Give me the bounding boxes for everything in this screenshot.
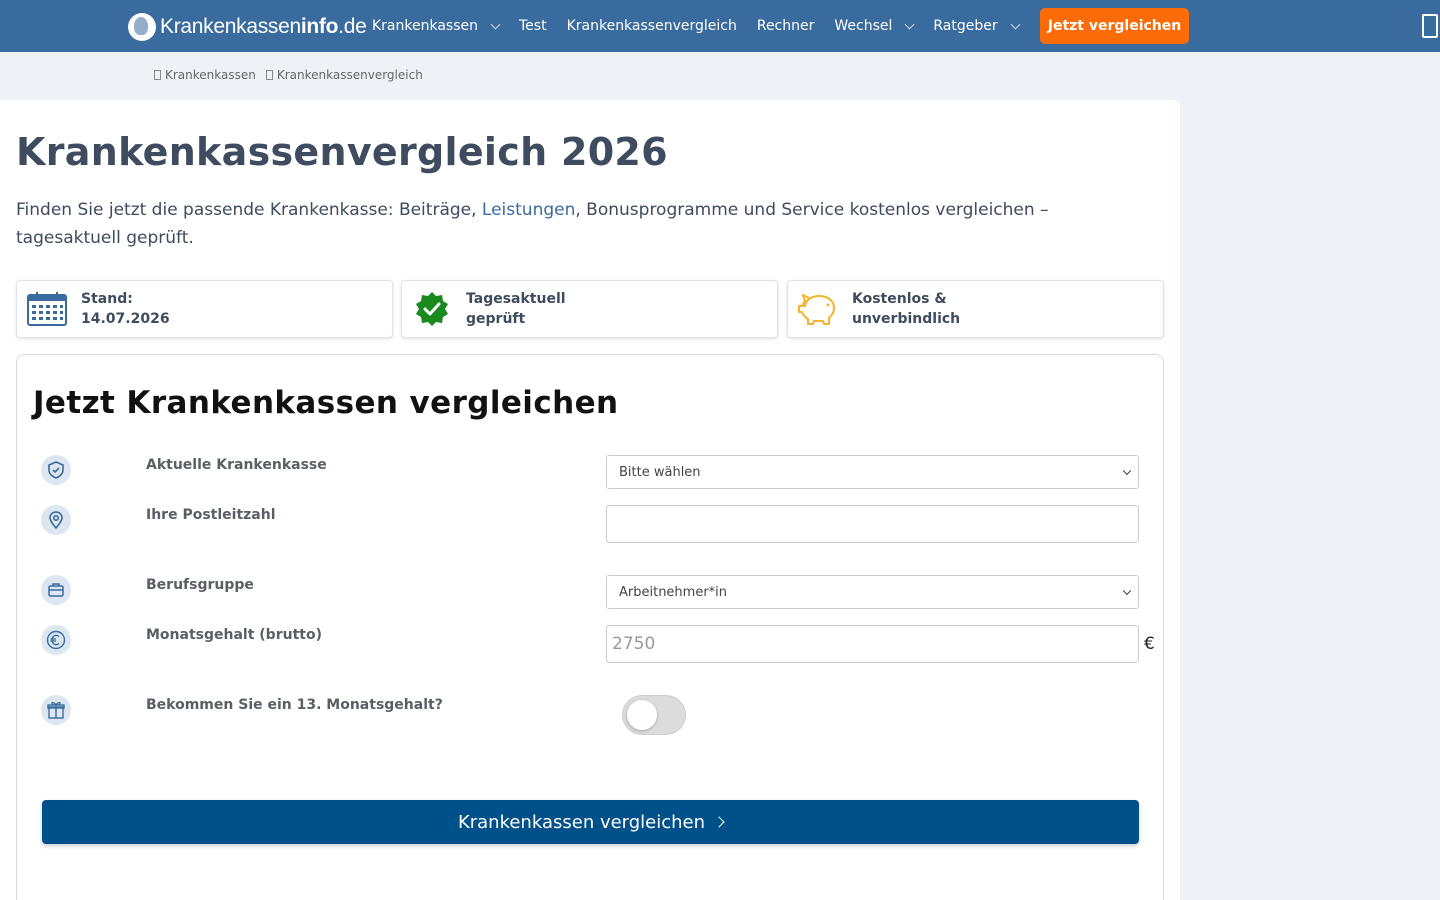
- postcode-input[interactable]: [606, 505, 1139, 543]
- verified-check-icon: [410, 289, 454, 329]
- info-box-text: Stand: 14.07.2026: [81, 289, 170, 329]
- nav-item-label: Wechsel: [834, 18, 893, 34]
- current-insurer-label: Aktuelle Krankenkasse: [146, 457, 327, 473]
- shield-icon: [41, 455, 71, 485]
- piggy-bank-icon: [796, 289, 840, 329]
- site-logo[interactable]: Krankenkassen info .de: [128, 12, 367, 42]
- compare-now-button[interactable]: Jetzt vergleichen: [1040, 8, 1189, 44]
- logo-text-bold: info: [300, 15, 339, 38]
- chevron-right-icon: [713, 816, 725, 828]
- calendar-icon: [25, 289, 69, 329]
- breadcrumb-item-krankenkassenvergleich[interactable]: Krankenkassenvergleich: [265, 68, 423, 82]
- info-box-free: Kostenlos & unverbindlich: [787, 280, 1164, 338]
- info-box-text: Tagesaktuell geprüft: [466, 289, 566, 329]
- logo-text-regular: Krankenkassen: [160, 15, 301, 38]
- breadcrumb: Krankenkassen Krankenkassenvergleich: [154, 68, 433, 82]
- occupation-value: Arbeitnehmer*in: [619, 584, 728, 600]
- postcode-label: Ihre Postleitzahl: [146, 507, 276, 523]
- breadcrumb-icon: [265, 70, 273, 80]
- info-box-date: Stand: 14.07.2026: [16, 280, 393, 338]
- info-box-line1: Tagesaktuell: [466, 291, 566, 307]
- chevron-down-icon: [1010, 19, 1021, 29]
- nav-item-label: Ratgeber: [933, 18, 998, 34]
- thirteenth-salary-label: Bekommen Sie ein 13. Monatsgehalt?: [146, 697, 443, 713]
- salary-label: Monatsgehalt (brutto): [146, 627, 322, 643]
- thirteenth-salary-toggle[interactable]: [622, 695, 686, 735]
- nav-item-krankenkassen[interactable]: Krankenkassen: [372, 18, 501, 34]
- briefcase-icon: [41, 575, 71, 605]
- nav-item-label: Krankenkassen: [372, 18, 478, 34]
- breadcrumb-item-krankenkassen[interactable]: Krankenkassen: [154, 68, 256, 82]
- nav-item-label: Krankenkassenvergleich: [566, 18, 737, 34]
- info-box-line1: Kostenlos &: [852, 291, 947, 307]
- chevron-down-icon: [1122, 466, 1132, 476]
- nav-item-rechner[interactable]: Rechner: [757, 18, 815, 34]
- info-box-verified: Tagesaktuell geprüft: [401, 280, 778, 338]
- location-pin-icon: [41, 505, 71, 535]
- occupation-label: Berufsgruppe: [146, 577, 254, 593]
- occupation-select[interactable]: Arbeitnehmer*in: [606, 575, 1139, 609]
- page-title: Krankenkassenvergleich 2026: [16, 130, 668, 174]
- current-insurer-value: Bitte wählen: [619, 464, 701, 480]
- chevron-down-icon: [904, 19, 915, 29]
- info-box-line2: geprüft: [466, 311, 526, 327]
- form-title: Jetzt Krankenkassen vergleichen: [33, 385, 619, 421]
- intro-text-start: Finden Sie jetzt die passende Krankenkas…: [16, 200, 482, 220]
- intro-text: Finden Sie jetzt die passende Krankenkas…: [16, 196, 1136, 252]
- salary-input[interactable]: 2750: [606, 625, 1139, 663]
- breadcrumb-label: Krankenkassenvergleich: [276, 68, 423, 82]
- nav-item-label: Test: [519, 18, 547, 34]
- toggle-knob: [627, 700, 657, 730]
- logo-icon: [128, 13, 156, 41]
- top-navigation-bar: Krankenkassen info .de Krankenkassen Test …: [0, 0, 1440, 52]
- main-content: Krankenkassenvergleich 2026 Finden Sie j…: [0, 100, 1180, 900]
- gift-icon: [41, 695, 71, 725]
- submit-label: Krankenkassen vergleichen: [457, 811, 706, 833]
- nav-item-ratgeber[interactable]: Ratgeber: [933, 18, 1021, 34]
- info-box-line1: Stand:: [81, 291, 133, 307]
- breadcrumb-label: Krankenkassen: [165, 68, 256, 82]
- menu-icon[interactable]: [1422, 14, 1438, 38]
- current-insurer-select[interactable]: Bitte wählen: [606, 455, 1139, 489]
- main-nav: Krankenkassen Test Krankenkassenvergleic…: [372, 0, 1039, 52]
- info-box-line2: unverbindlich: [852, 311, 961, 327]
- nav-item-label: Rechner: [756, 18, 815, 34]
- breadcrumb-icon: [154, 70, 161, 80]
- info-box-text: Kostenlos & unverbindlich: [852, 289, 960, 329]
- logo-text-tld: .de: [338, 15, 367, 38]
- nav-item-wechsel[interactable]: Wechsel: [834, 18, 915, 34]
- salary-placeholder: 2750: [612, 634, 656, 654]
- chevron-down-icon: [490, 19, 501, 29]
- comparison-form: Jetzt Krankenkassen vergleichen Aktuelle…: [16, 354, 1164, 900]
- compare-submit-button[interactable]: Krankenkassen vergleichen: [42, 800, 1139, 844]
- nav-item-test[interactable]: Test: [519, 18, 547, 34]
- euro-icon: [41, 625, 71, 655]
- info-box-line2: 14.07.2026: [81, 311, 170, 327]
- chevron-down-icon: [1122, 586, 1132, 596]
- nav-item-krankenkassenvergleich[interactable]: Krankenkassenvergleich: [567, 18, 737, 34]
- leistungen-link[interactable]: Leistungen: [482, 200, 575, 220]
- salary-unit: €: [1144, 634, 1155, 654]
